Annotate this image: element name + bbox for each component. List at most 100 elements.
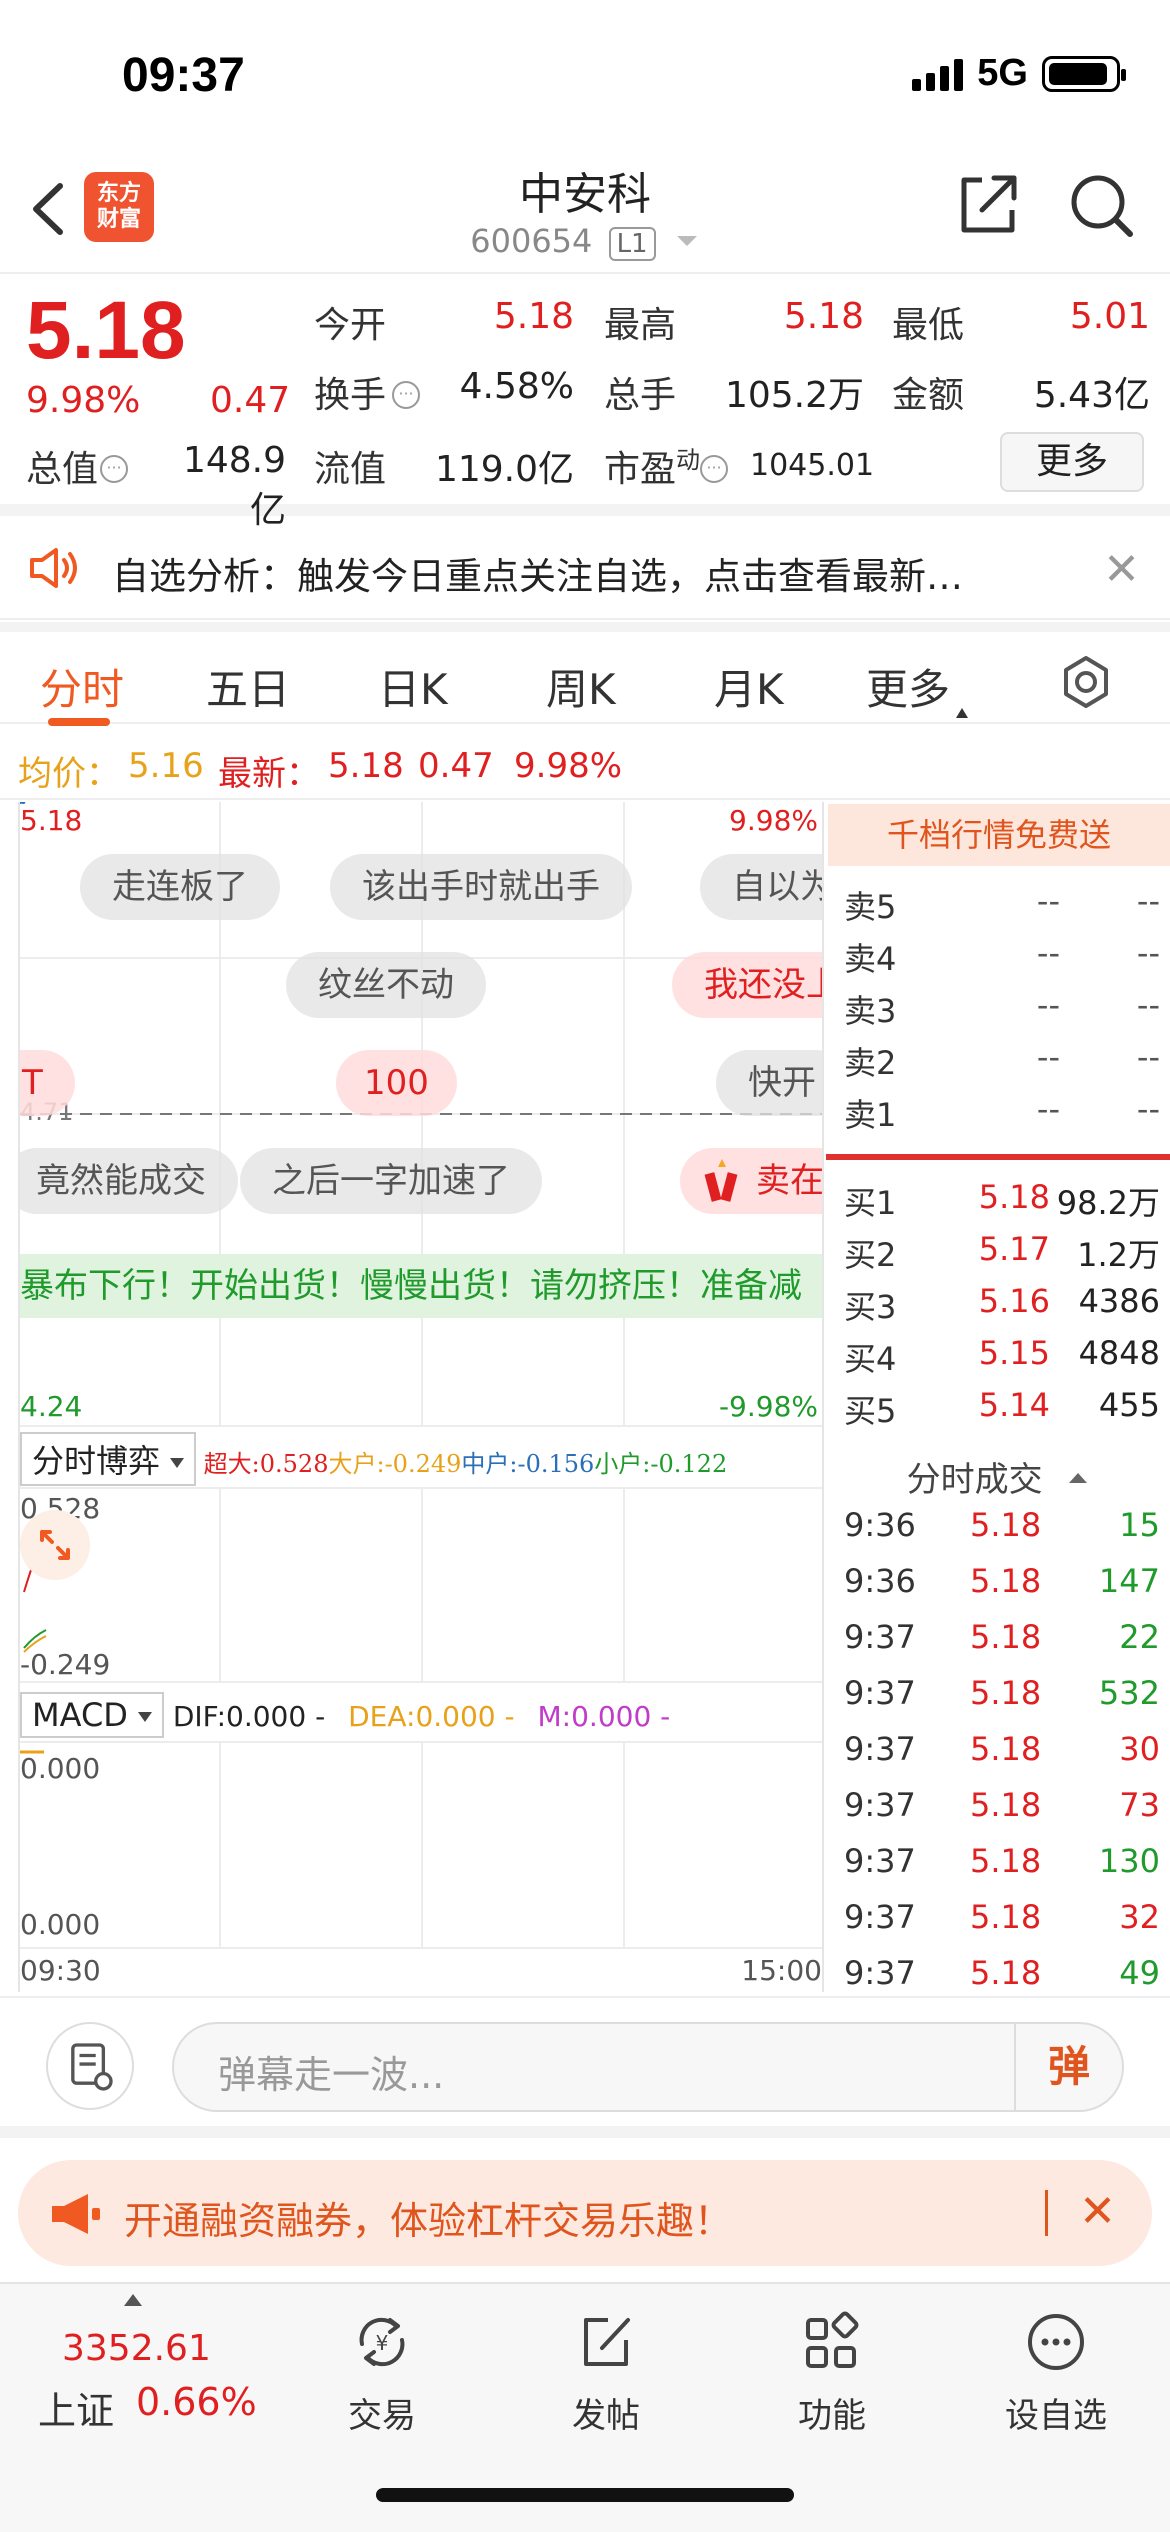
- margin-trading-promo[interactable]: 开通融资融券，体验杠杆交易乐趣！ ✕: [18, 2160, 1152, 2266]
- tab-five-day[interactable]: 五日: [206, 656, 290, 717]
- pct-max-label: 9.98%: [729, 804, 818, 837]
- volume-value: 105.2万: [724, 375, 864, 416]
- low-value: 5.01: [1069, 296, 1150, 337]
- more-dots-icon: [1028, 2314, 1084, 2370]
- index-value[interactable]: 3352.61: [62, 2328, 211, 2369]
- info-icon[interactable]: ···: [392, 381, 421, 409]
- firecracker-icon: [704, 1159, 738, 1202]
- tab-daily-k[interactable]: 日K: [378, 656, 448, 717]
- caret-icon: [170, 1458, 185, 1468]
- level2-promo-banner[interactable]: 千档行情免费送: [828, 804, 1170, 866]
- gear-icon[interactable]: [1058, 654, 1114, 710]
- turnover-value: 4.58%: [459, 366, 574, 407]
- tab-more[interactable]: 更多: [866, 656, 969, 718]
- danmu-bubble[interactable]: 我还没上: [672, 952, 822, 1018]
- network-type: 5G: [977, 52, 1028, 94]
- nav-bar: 东方 财富 中安科 600654 L1: [0, 150, 1170, 274]
- chevron-down-icon: [676, 236, 697, 246]
- document-settings-icon[interactable]: [46, 2022, 134, 2110]
- danmu-bubble[interactable]: 100: [336, 1050, 457, 1116]
- volume-label: 总手: [604, 375, 677, 416]
- info-icon[interactable]: ···: [700, 455, 729, 483]
- tab-intraday[interactable]: 分时: [40, 656, 124, 717]
- battery-icon: [1042, 55, 1126, 92]
- total-value-label[interactable]: 总值 ···: [26, 440, 129, 492]
- more-button[interactable]: 更多: [1000, 432, 1144, 492]
- pct-min-label: -9.98%: [718, 1390, 818, 1423]
- x-end-label: 15:00: [741, 1954, 822, 1987]
- level-badge: L1: [608, 227, 656, 261]
- tab-add-watchlist[interactable]: 设自选: [986, 2310, 1126, 2437]
- trades-header[interactable]: 分时成交: [826, 1452, 1170, 1501]
- speaker-icon: [30, 548, 77, 588]
- avg-label: 均价：: [18, 754, 120, 794]
- caret-up-icon: [124, 2294, 142, 2306]
- change-percent: 9.98%: [26, 380, 141, 421]
- trade-icon: ¥: [359, 2317, 405, 2367]
- share-icon[interactable]: [952, 170, 1022, 240]
- danmu-toggle-button[interactable]: 弹: [1014, 2024, 1122, 2110]
- latest-value: 5.18: [328, 746, 404, 786]
- flow-y-bottom: -0.249: [20, 1648, 111, 1681]
- megaphone-icon: [52, 2194, 100, 2234]
- tab-weekly-k[interactable]: 周K: [546, 656, 616, 717]
- caret-icon: [956, 708, 969, 718]
- high-value: 5.18: [783, 296, 864, 337]
- capital-flow-select[interactable]: 分时博弈: [20, 1432, 197, 1486]
- ask-row: 卖4 -- --: [844, 934, 1160, 978]
- ask-row: 卖5 -- --: [844, 882, 1160, 926]
- close-icon[interactable]: ✕: [1103, 544, 1140, 595]
- danmu-bubble[interactable]: 该出手时就出手: [330, 854, 632, 920]
- chart-tabs: 分时 五日 日K 周K 月K 更多: [0, 622, 1170, 726]
- ask-row: 卖1 -- --: [844, 1090, 1160, 1134]
- change-amount: 0.47: [210, 380, 291, 421]
- danmu-bubble[interactable]: 纹丝不动: [286, 952, 486, 1018]
- trade-row: 9:37 5.18 32: [844, 1898, 1160, 1936]
- close-icon[interactable]: ✕: [1079, 2186, 1116, 2237]
- trade-row: 9:37 5.18 532: [844, 1674, 1160, 1712]
- y-min-label: 4.24: [20, 1390, 83, 1423]
- latest-label: 最新：: [218, 754, 320, 794]
- order-book: 千档行情免费送 卖5 -- -- 卖4 -- -- 卖3 -- -- 卖2 -- -- 卖1 --…: [826, 802, 1170, 1992]
- tab-functions[interactable]: 功能: [762, 2310, 902, 2437]
- tab-monthly-k[interactable]: 月K: [714, 656, 784, 717]
- pe-label[interactable]: 市盈动 ···: [604, 440, 729, 492]
- danmu-bubble[interactable]: 竟然能成交: [20, 1148, 238, 1214]
- analysis-notice[interactable]: 自选分析：触发今日重点关注自选，点击查看最新… ✕: [0, 516, 1170, 620]
- high-label: 最高: [604, 305, 677, 346]
- tab-trade[interactable]: ¥ 交易: [312, 2310, 452, 2437]
- avg-value: 5.16: [128, 746, 204, 786]
- info-icon[interactable]: ···: [100, 455, 129, 483]
- comment-bar: 弹幕走一波... 弹: [0, 1996, 1170, 2138]
- status-time: 09:37: [122, 49, 245, 102]
- trade-row: 9:37 5.18 22: [844, 1618, 1160, 1656]
- ask-row: 卖2 -- --: [844, 1038, 1160, 1082]
- danmu-bubble[interactable]: 走连板了: [80, 854, 280, 920]
- quote-panel: 5.18 9.98% 0.47 今开 5.18 最高 5.18 最低 5.01 …: [0, 276, 1170, 531]
- expand-icon[interactable]: [20, 1510, 90, 1580]
- search-icon[interactable]: [1066, 170, 1136, 240]
- index-name[interactable]: 上证: [38, 2380, 114, 2435]
- tab-post[interactable]: 发帖: [536, 2310, 676, 2437]
- danmu-bubble[interactable]: 自以为: [700, 854, 822, 920]
- danmu-bubble[interactable]: 快开: [716, 1050, 822, 1116]
- bid-ask-divider: [826, 1154, 1170, 1160]
- amount-label: 金额: [892, 375, 965, 416]
- turnover-label[interactable]: 换手 ···: [314, 366, 421, 418]
- danmu-banner[interactable]: 暴布下行！开始出货！慢慢出货！请勿挤压！准备减: [20, 1254, 822, 1318]
- macd-select[interactable]: MACD: [20, 1692, 164, 1738]
- danmu-bubble[interactable]: 卖在: [680, 1148, 822, 1214]
- y-max-label: 5.18: [20, 804, 83, 837]
- promo-text: 开通融资融券，体验杠杆交易乐趣！: [124, 2199, 733, 2243]
- latest-change: 0.47: [418, 746, 494, 786]
- capital-flow-header: 分时博弈 超大:0.528大户:-0.249中户:-0.156小户:-0.122: [20, 1432, 822, 1486]
- intraday-chart[interactable]: 5.18 9.98% 4.71 4.24 -9.98% 走连板了 该出手时就出手…: [18, 802, 824, 1992]
- danmu-input[interactable]: 弹幕走一波... 弹: [172, 2022, 1124, 2112]
- stock-code: 600654: [470, 222, 593, 260]
- trade-row: 9:37 5.18 30: [844, 1730, 1160, 1768]
- index-change[interactable]: 0.66%: [136, 2380, 257, 2424]
- x-start-label: 09:30: [20, 1954, 101, 1987]
- trade-row: 9:36 5.18 147: [844, 1562, 1160, 1600]
- danmu-bubble[interactable]: 之后一字加速了: [240, 1148, 542, 1214]
- bid-row: 买5 5.14 455: [844, 1386, 1160, 1430]
